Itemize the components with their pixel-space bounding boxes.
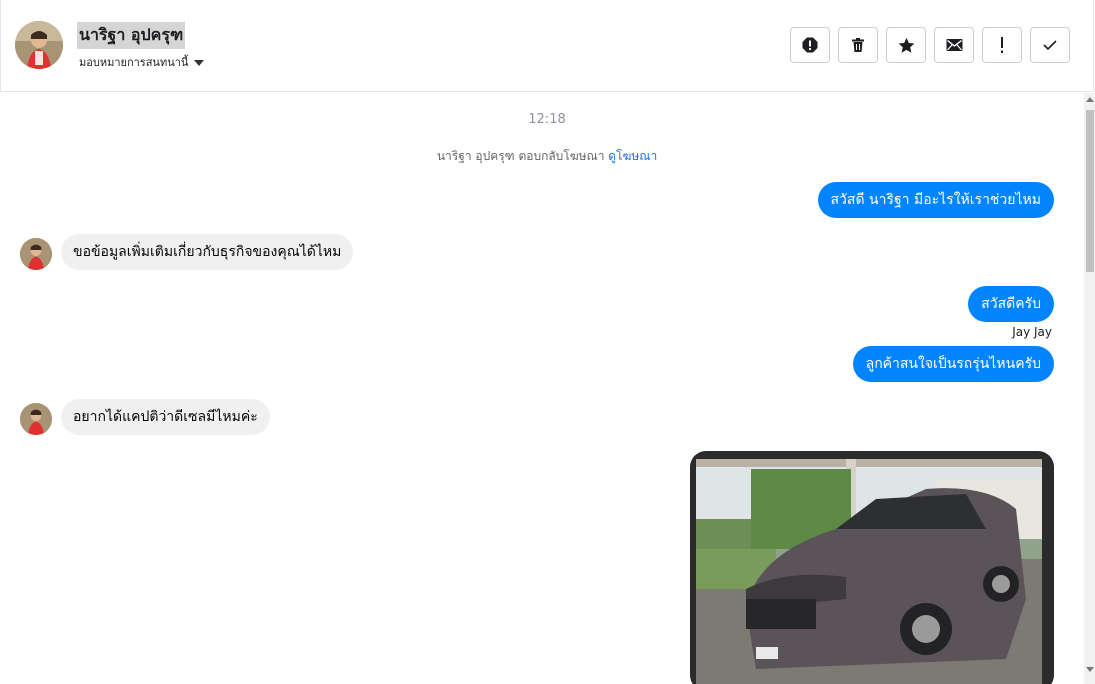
- message-outgoing[interactable]: สวัสดีครับ: [968, 286, 1054, 322]
- view-ad-link[interactable]: ดูโฆษณา: [608, 149, 657, 163]
- contact-avatar-small: [20, 238, 52, 270]
- message-outgoing[interactable]: ลูกค้าสนใจเป็นรถรุ่นไหนครับ: [852, 346, 1054, 382]
- ad-reply-notice: นาริฐา อุปครุฑ ตอบกลับโฆษณา ดูโฆษณา: [0, 147, 1084, 166]
- ad-reply-text: นาริฐา อุปครุฑ ตอบกลับโฆษณา: [436, 149, 609, 163]
- contact-avatar-small: [20, 403, 52, 435]
- spam-icon: [802, 37, 818, 53]
- assign-conversation-dropdown[interactable]: มอบหมายการสนทนานี้: [79, 53, 205, 71]
- message-image[interactable]: [690, 451, 1054, 684]
- scrollbar-thumb[interactable]: [1086, 110, 1094, 272]
- star-icon: [898, 37, 914, 53]
- scroll-down-icon[interactable]: [1086, 667, 1094, 672]
- star-button[interactable]: [886, 27, 926, 63]
- scroll-up-icon[interactable]: [1086, 97, 1094, 102]
- mark-spam-button[interactable]: [790, 27, 830, 63]
- check-icon: [1043, 40, 1057, 51]
- conversation-header: นาริฐา อุปครุฑ มอบหมายการสนทนานี้: [0, 0, 1094, 92]
- assign-label: มอบหมายการสนทนานี้: [79, 56, 189, 69]
- thread-timestamp: 12:18: [528, 112, 566, 127]
- delete-button[interactable]: [838, 27, 878, 63]
- caret-down-icon: [194, 59, 205, 66]
- contact-name[interactable]: นาริฐา อุปครุฑ: [77, 22, 186, 49]
- envelope-icon: [946, 39, 962, 51]
- header-actions: [790, 27, 1070, 63]
- car-photo: [696, 459, 1042, 684]
- message-thread[interactable]: 12:18 นาริฐา อุปครุฑ ตอบกลับโฆษณา ดูโฆษณ…: [0, 93, 1084, 684]
- message-incoming[interactable]: ขอข้อมูลเพิ่มเติมเกี่ยวกับธุรกิจของคุณได…: [61, 234, 354, 270]
- message-outgoing[interactable]: สวัสดี นาริฐา มีอะไรให้เราช่วยไหม: [817, 182, 1054, 218]
- message-incoming[interactable]: อยากได้แคปติว่าดีเซลมีไหมค่ะ: [61, 399, 270, 435]
- mark-done-button[interactable]: [1030, 27, 1070, 63]
- important-icon: [1001, 37, 1003, 53]
- contact-avatar[interactable]: [15, 21, 63, 69]
- sender-name: Jay Jay: [1012, 325, 1052, 339]
- mark-important-button[interactable]: [982, 27, 1022, 63]
- mark-unread-button[interactable]: [934, 27, 974, 63]
- trash-icon: [852, 38, 864, 52]
